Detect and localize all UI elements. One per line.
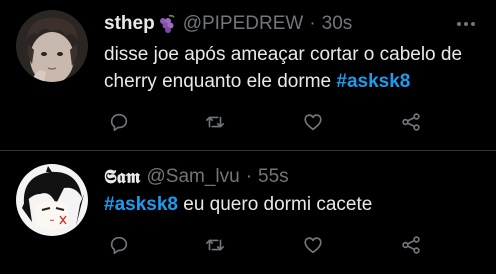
share-button[interactable] <box>396 107 426 137</box>
tweet-text: #asksk8 eu quero dormi cacete <box>104 191 484 218</box>
more-dots-icon <box>457 22 475 26</box>
reply-icon <box>110 113 128 132</box>
separator-dot: · <box>309 13 316 34</box>
reply-icon <box>110 236 128 255</box>
more-options-button[interactable] <box>454 12 478 36</box>
avatar-photo <box>16 10 88 82</box>
timeline-feed: sthep @PIPEDREW · 30s disse joe após ame… <box>0 0 496 274</box>
timestamp[interactable]: 55s <box>258 165 289 189</box>
reply-button[interactable] <box>104 107 134 137</box>
avatar[interactable] <box>16 164 88 236</box>
retweet-icon <box>205 116 225 128</box>
tweet-actions <box>104 107 434 137</box>
hashtag-link[interactable]: #asksk8 <box>336 71 410 92</box>
retweet-button[interactable] <box>200 230 230 260</box>
reply-button[interactable] <box>104 230 134 260</box>
hashtag-link[interactable]: #asksk8 <box>104 194 178 215</box>
avatar-anime-drawing <box>16 164 88 236</box>
tweet-2[interactable]: 𝕾𝖆𝖒 @Sam_lvu · 55s #asksk8 eu quero dorm… <box>0 151 496 274</box>
share-icon <box>402 113 420 131</box>
tweet-header: sthep @PIPEDREW · 30s <box>104 12 352 36</box>
share-button[interactable] <box>396 230 426 260</box>
retweet-icon <box>205 239 225 251</box>
tweet-text-content: eu quero dormi cacete <box>177 194 373 215</box>
like-button[interactable] <box>298 107 328 137</box>
tweet-actions <box>104 230 434 260</box>
tweet-header: 𝕾𝖆𝖒 @Sam_lvu · 55s <box>104 165 289 189</box>
timestamp[interactable]: 30s <box>322 12 353 36</box>
user-handle[interactable]: @PIPEDREW <box>183 12 304 36</box>
heart-icon <box>304 237 322 254</box>
separator-dot: · <box>245 166 253 187</box>
avatar[interactable] <box>16 10 88 82</box>
tweet-text: disse joe após ameaçar cortar o cabelo d… <box>104 41 484 95</box>
display-name[interactable]: sthep <box>104 12 155 36</box>
display-name[interactable]: 𝕾𝖆𝖒 <box>104 165 140 189</box>
heart-icon <box>304 114 322 131</box>
tweet-1[interactable]: sthep @PIPEDREW · 30s disse joe após ame… <box>0 0 496 150</box>
user-handle[interactable]: @Sam_lvu <box>146 165 239 189</box>
like-button[interactable] <box>298 230 328 260</box>
retweet-button[interactable] <box>200 107 230 137</box>
share-icon <box>402 236 420 254</box>
grapes-icon <box>159 14 175 33</box>
